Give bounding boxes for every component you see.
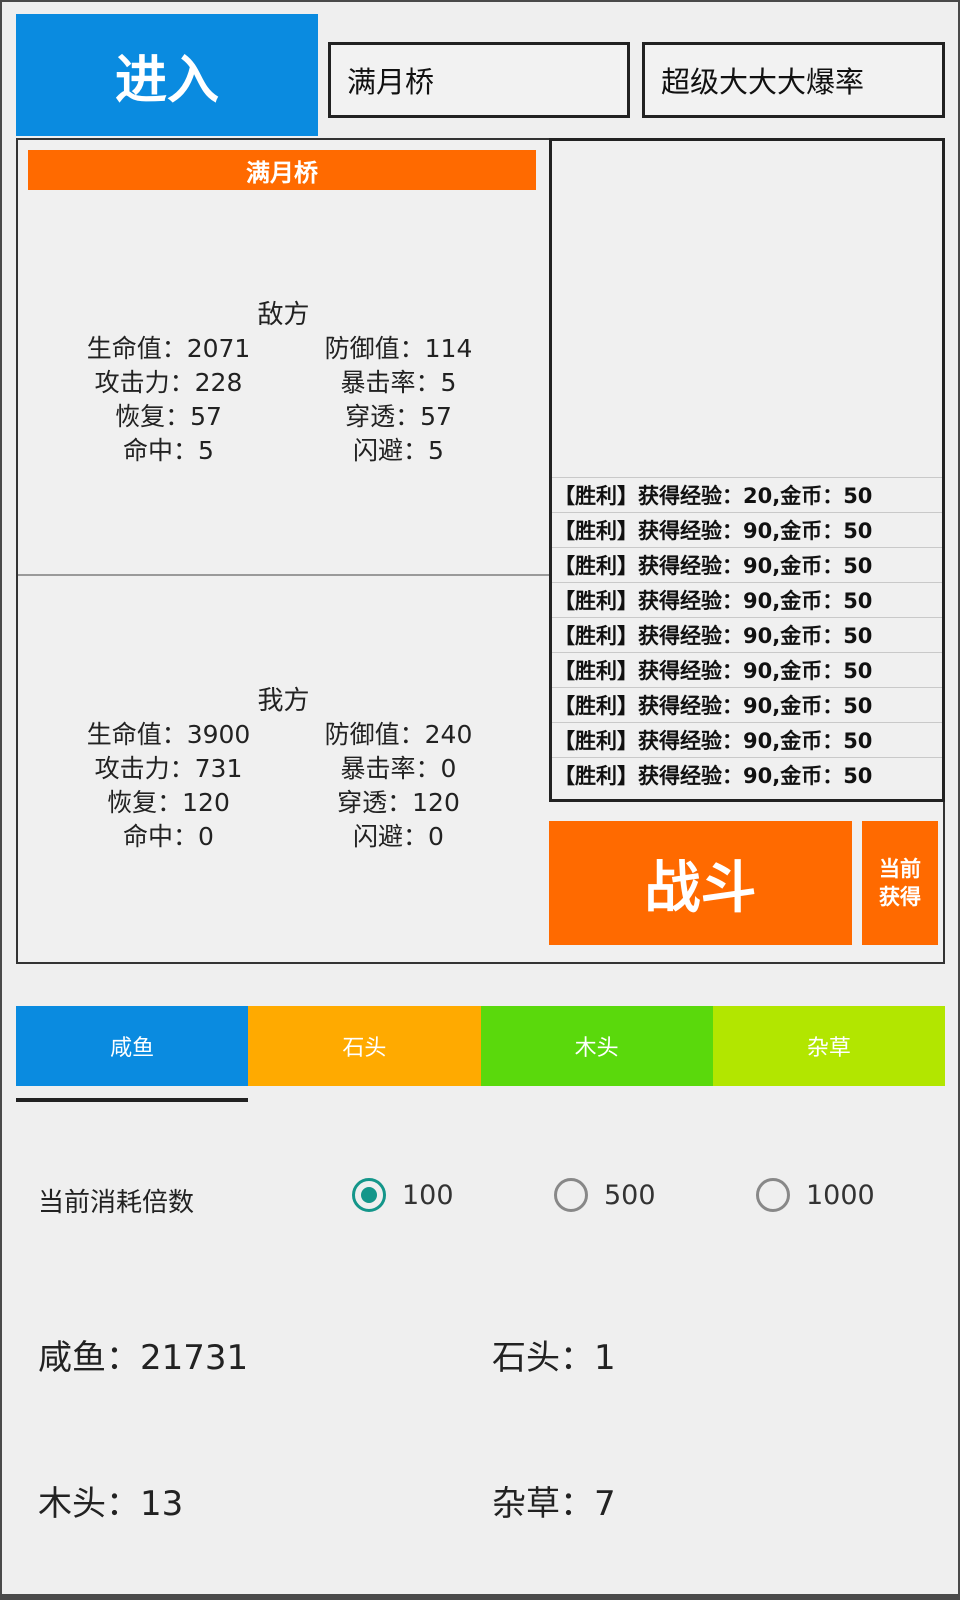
ally-penetration: 穿透：120 [337,788,460,817]
ally-stats: 我方 生命值：3900 防御值：240 攻击力：731 暴击率：0 恢复：120… [18,684,549,854]
enter-button[interactable]: 进入 [16,14,318,136]
section-divider [18,574,549,576]
tab-stone[interactable]: 石头 [248,1006,481,1086]
enemy-penetration: 穿透：57 [345,402,452,431]
ally-crit: 暴击率：0 [340,754,457,783]
ally-defense: 防御值：240 [324,720,473,749]
log-item: 【胜利】获得经验：90,金币：50 [552,687,942,722]
tab-grass[interactable]: 杂草 [712,1006,945,1086]
map-select-field[interactable]: 满月桥 [328,42,630,118]
multiplier-radio-1000[interactable]: 1000 [756,1178,875,1212]
enemy-attack: 攻击力：228 [94,368,243,397]
log-item: 【胜利】获得经验：90,金币：50 [552,617,942,652]
fight-button[interactable]: 战斗 [549,821,852,945]
ally-attack: 攻击力：731 [94,754,243,783]
resource-fish-count: 咸鱼：21731 [38,1338,249,1378]
enemy-recovery: 恢复：57 [115,402,222,431]
log-item: 【胜利】获得经验：90,金币：50 [552,652,942,687]
log-item: 【胜利】获得经验：90,金币：50 [552,757,942,792]
log-item: 【胜利】获得经验：90,金币：50 [552,547,942,582]
resource-stone-count: 石头：1 [492,1338,616,1378]
radio-checked-icon[interactable] [352,1178,386,1212]
log-item: 【胜利】获得经验：90,金币：50 [552,722,942,757]
app-screen: 进入 满月桥 超级大大大爆率 满月桥 敌方 生命值：2071 防御值：114 攻… [0,0,960,1596]
multiplier-label: 当前消耗倍数 [38,1188,195,1218]
ally-dodge: 闪避：0 [353,822,444,851]
multiplier-radio-100[interactable]: 100 [352,1178,454,1212]
ally-hp: 生命值：3900 [86,720,251,749]
tab-wood[interactable]: 木头 [480,1006,713,1086]
ally-hit: 命中：0 [123,822,214,851]
battle-panel: 满月桥 敌方 生命值：2071 防御值：114 攻击力：228 暴击率：5 恢复… [16,138,945,964]
enemy-crit: 暴击率：5 [340,368,457,397]
log-item: 【胜利】获得经验：20,金币：50 [552,477,942,512]
enemy-hp: 生命值：2071 [86,334,251,363]
ally-recovery: 恢复：120 [107,788,230,817]
resource-wood-count: 木头：13 [38,1484,184,1524]
current-gain-button[interactable]: 当前获得 [862,821,938,945]
map-title-banner: 满月桥 [28,150,536,190]
radio-label: 100 [402,1179,454,1211]
log-item: 【胜利】获得经验：90,金币：50 [552,582,942,617]
radio-unchecked-icon[interactable] [554,1178,588,1212]
battle-log-list: 【胜利】获得经验：20,金币：50 【胜利】获得经验：90,金币：50 【胜利】… [552,477,942,792]
tab-fish[interactable]: 咸鱼 [16,1006,249,1086]
ally-title: 我方 [257,686,310,716]
resource-grass-count: 杂草：7 [492,1484,616,1524]
radio-unchecked-icon[interactable] [756,1178,790,1212]
enemy-title: 敌方 [257,300,310,330]
drop-rate-mode-field[interactable]: 超级大大大爆率 [642,42,945,118]
radio-label: 500 [604,1179,656,1211]
battle-log[interactable]: 【胜利】获得经验：20,金币：50 【胜利】获得经验：90,金币：50 【胜利】… [549,138,945,802]
enemy-dodge: 闪避：5 [353,436,444,465]
log-item: 【胜利】获得经验：90,金币：50 [552,512,942,547]
enemy-hit: 命中：5 [123,436,214,465]
radio-label: 1000 [806,1179,875,1211]
multiplier-radio-500[interactable]: 500 [554,1178,656,1212]
enemy-stats: 敌方 生命值：2071 防御值：114 攻击力：228 暴击率：5 恢复：57 … [18,298,549,468]
active-tab-indicator [16,1098,248,1102]
enemy-defense: 防御值：114 [324,334,473,363]
resource-tabs: 咸鱼 石头 木头 杂草 [16,1006,945,1086]
